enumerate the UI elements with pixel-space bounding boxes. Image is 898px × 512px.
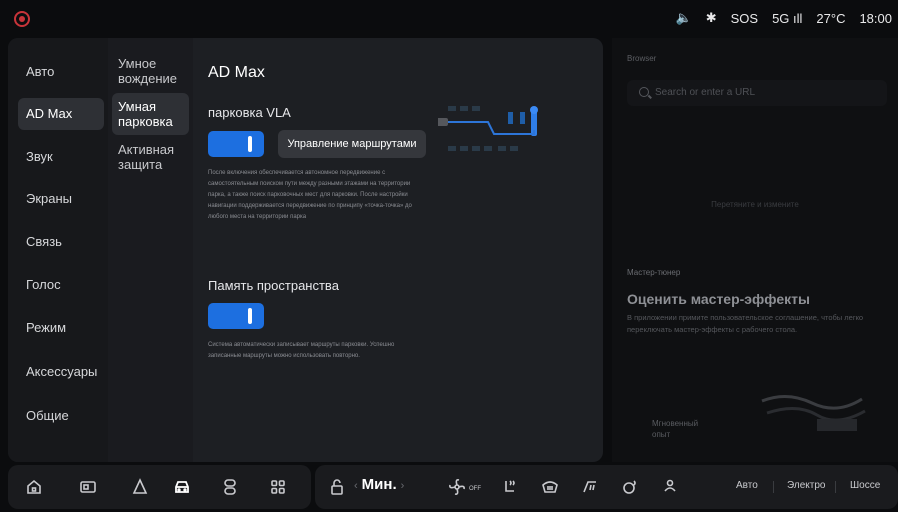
fan-off-label: OFF [469,486,481,492]
outside-temperature: 27°C [816,10,846,26]
space-memory-description: Система автоматически записывает маршрут… [208,342,395,359]
nav-item-ad-max[interactable]: AD Max [18,98,104,130]
signal-indicator: 5G ıll [772,10,803,26]
temperature-control[interactable]: ‹ Мин. › [350,476,408,493]
drive-mode-separator [773,481,774,493]
seat-ventilation-icon[interactable] [660,477,680,497]
nav-item-accessories[interactable]: Аксессуары [18,356,104,388]
subnav-item-active-protection[interactable]: Активная защита [112,136,189,178]
status-indicators: 🔈 ✱ SOS 5G ıll 27°C 18:00 [676,10,893,26]
subnav-item-smart-parking[interactable]: Умная парковка [112,93,189,135]
screen-mirror-icon[interactable] [78,477,98,497]
space-memory-toggle[interactable] [208,303,264,329]
lock-icon[interactable] [327,477,347,497]
browser-widget[interactable]: Browser Search or enter a URL Перетяните… [612,38,898,263]
browser-label: Browser [627,54,657,63]
nav-item-connectivity[interactable]: Связь [18,226,104,258]
vla-parking-title: парковка VLA [208,105,291,120]
drive-mode-highway[interactable]: Шоссе [850,480,880,491]
tuner-wave-graphic [761,395,866,431]
vla-parking-toggle[interactable] [208,131,264,157]
drive-mode-auto[interactable]: Авто [736,480,758,491]
rear-defrost-icon[interactable] [580,477,600,497]
climate-dock: ‹ Мин. › OFF Авто Электро Шоссе [315,465,898,509]
toggle-knob [248,308,252,324]
tuner-title: Оценить мастер-эффекты [627,291,810,307]
vla-parking-description: После включения обеспечивается автономно… [208,170,412,220]
nav-item-screens[interactable]: Экраны [18,183,104,215]
status-bar: 🔈 ✱ SOS 5G ıll 27°C 18:00 [0,0,898,38]
app-dock [8,465,311,509]
settings-nav: Авто AD Max Звук Экраны Связь Голос Режи… [8,38,108,462]
drive-mode-electric[interactable]: Электро [787,480,825,491]
brand-logo-icon [14,11,30,27]
page-title: AD Max [208,64,265,81]
master-tuner-widget[interactable]: Мастер-тюнер Оценить мастер-эффекты В пр… [612,263,898,462]
tuner-label: Мастер-тюнер [627,268,681,277]
tuner-description: В приложении примите пользовательское со… [627,313,864,334]
tuner-instant-mode[interactable]: Мгновенный опыт [652,418,712,440]
nav-item-voice[interactable]: Голос [18,269,104,301]
nav-item-mode[interactable]: Режим [18,312,104,344]
nav-item-sound[interactable]: Звук [18,141,104,173]
windshield-defrost-icon[interactable] [540,477,560,497]
subnav-item-smart-driving[interactable]: Умное вождение [112,50,189,92]
nav-item-general[interactable]: Общие [18,400,104,432]
steering-heat-icon[interactable] [620,477,640,497]
toggle-knob [248,136,252,152]
drive-mode-separator [835,481,836,493]
fan-off-icon[interactable]: OFF [447,477,487,497]
seat-control-icon[interactable] [220,477,240,497]
temp-increase-button[interactable]: › [397,480,409,492]
volume-icon[interactable]: 🔈 [676,10,692,26]
sos-label[interactable]: SOS [731,11,758,26]
home-icon[interactable] [24,477,44,497]
search-icon [639,87,649,97]
seat-heat-icon[interactable] [500,477,520,497]
route-management-button[interactable]: Управление маршрутами [278,130,426,158]
parking-map-illustration [438,106,538,151]
temp-decrease-button[interactable]: ‹ [350,480,362,492]
clock: 18:00 [859,10,892,26]
temperature-value: Мин. [361,476,397,493]
browser-search-input[interactable]: Search or enter a URL [627,80,887,106]
navigation-icon[interactable] [130,477,150,497]
settings-panel: Авто AD Max Звук Экраны Связь Голос Режи… [8,38,603,462]
car-icon[interactable] [172,477,192,497]
space-memory-title: Память пространства [208,278,339,293]
search-placeholder: Search or enter a URL [655,87,756,98]
bluetooth-icon[interactable]: ✱ [706,10,717,26]
settings-content: AD Max парковка VLA Управление маршрутам… [193,38,603,462]
settings-subnav: Умное вождение Умная парковка Активная з… [108,38,193,462]
apps-grid-icon[interactable] [268,477,288,497]
browser-hint: Перетяните и измените [711,200,799,209]
nav-item-auto[interactable]: Авто [18,56,104,88]
